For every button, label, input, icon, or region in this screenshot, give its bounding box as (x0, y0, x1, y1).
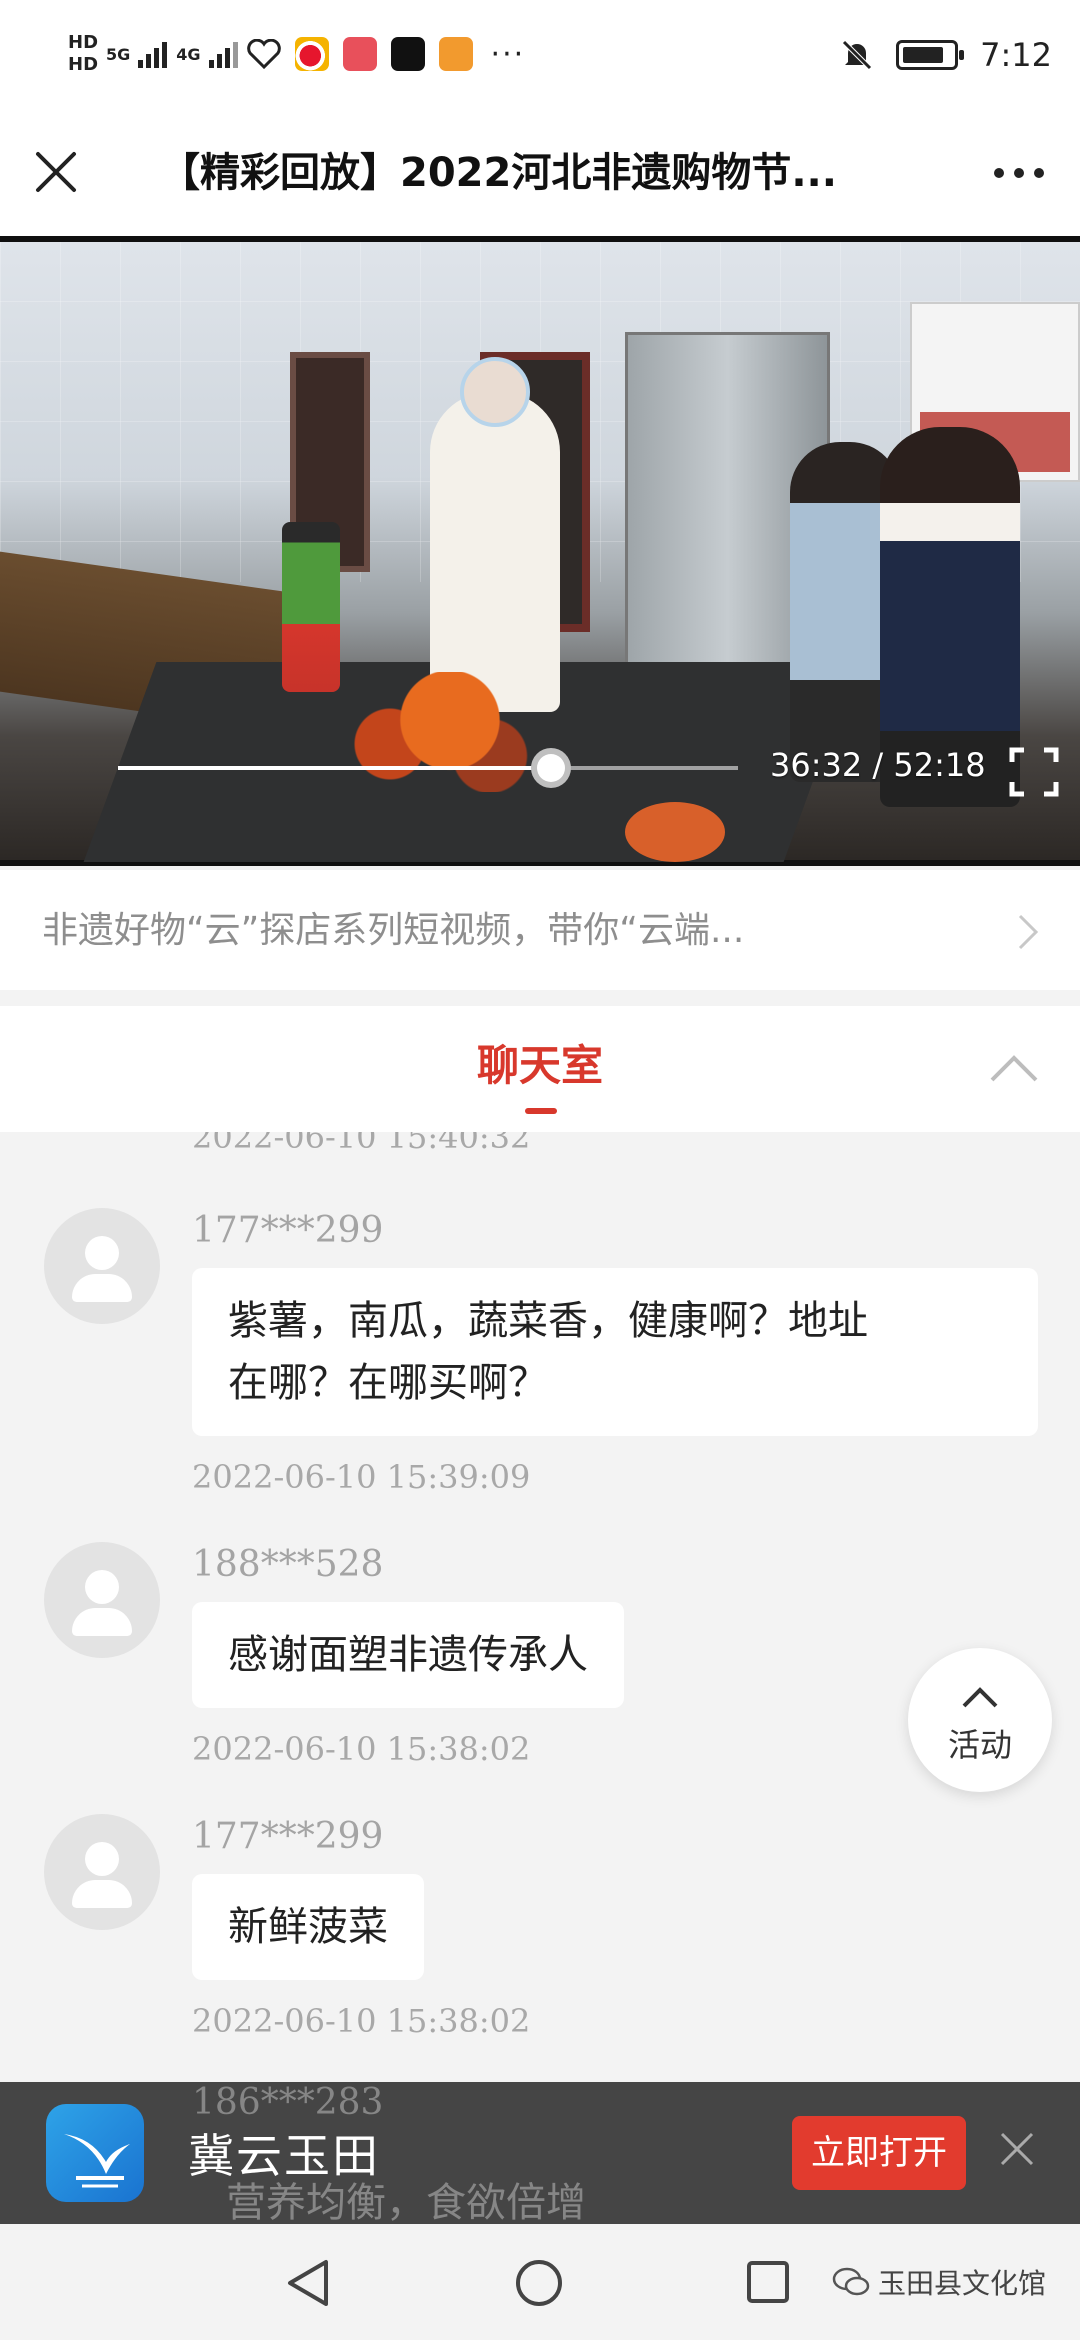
message-text: 感谢面塑非遗传承人 (228, 1632, 588, 1678)
more-menu-button[interactable] (984, 148, 1054, 198)
weibo-icon (294, 37, 329, 71)
message-text: 紫薯，南瓜，蔬菜香，健康啊？地址 (228, 1298, 868, 1344)
message-bubble: 感谢面塑非遗传承人 (192, 1602, 624, 1708)
message-username: 177***299 (192, 1210, 384, 1251)
video-time: 36:32 / 52:18 (770, 746, 986, 784)
signal-icon (208, 42, 238, 68)
chat-list[interactable]: 2022-06-10 15:40:32 177***299 紫薯，南瓜，蔬菜香，… (0, 1132, 1080, 2082)
avatar (44, 1814, 160, 1930)
clock: 7:12 (980, 36, 1052, 74)
video-progress-thumb[interactable] (531, 748, 572, 788)
video-description: 非遗好物“云”探店系列短视频，带你“云端... (42, 910, 745, 951)
chevron-up-icon (962, 1687, 998, 1708)
hd1-label: HD (68, 32, 99, 53)
message-bubble: 紫薯，南瓜，蔬菜香，健康啊？地址 在哪？在哪买啊？ (192, 1268, 1038, 1436)
signal-icon (138, 42, 168, 68)
dot-icon (1034, 168, 1044, 178)
status-left: HD HD 5G 4G ··· (68, 32, 525, 76)
message-username: 186***283 (192, 2082, 384, 2123)
message-text: 新鲜菠菜 (228, 1904, 388, 1950)
screen: HD HD 5G 4G ··· 7:12 【精彩回放】2022河北非遗购物节..… (0, 0, 1080, 2340)
avatar (44, 1542, 160, 1658)
network-4g-label: 4G (176, 44, 201, 64)
chat-room-tab[interactable]: 聊天室 (0, 1036, 1080, 1096)
message-text: 在哪？在哪买啊？ (228, 1360, 548, 1406)
fullscreen-icon[interactable] (1008, 746, 1060, 798)
chat-header: 聊天室 (0, 1006, 1080, 1132)
message-username: 177***299 (192, 1816, 384, 1857)
message-timestamp: 2022-06-10 15:38:02 (192, 1730, 531, 1768)
hd-indicators: HD HD (68, 32, 98, 76)
watermark: 玉田县文化馆 (832, 2262, 1046, 2302)
hd2-label: HD (68, 54, 99, 75)
video-progress-fill (118, 766, 552, 770)
page-title: 【精彩回放】2022河北非遗购物节... (160, 150, 837, 196)
open-app-button[interactable]: 立即打开 (792, 2116, 966, 2190)
tab-underline (525, 1108, 557, 1114)
app-download-banner: 186***283 营养均衡，食欲倍增 冀云玉田 立即打开 (0, 2082, 1080, 2226)
message-timestamp: 2022-06-10 15:39:09 (192, 1458, 531, 1496)
back-icon[interactable] (286, 2258, 332, 2308)
close-icon[interactable] (996, 2128, 1038, 2170)
health-icon (246, 39, 281, 69)
activity-button[interactable]: 活动 (908, 1648, 1052, 1792)
network-5g-label: 5G (106, 44, 131, 64)
bell-muted-icon (842, 40, 872, 70)
message-timestamp: 2022-06-10 15:38:02 (192, 2002, 531, 2040)
avatar (44, 1208, 160, 1324)
battery-icon (896, 40, 965, 70)
message-username: 188***528 (192, 1544, 384, 1585)
message-bubble: 新鲜菠菜 (192, 1874, 424, 1980)
bird-logo-icon (64, 2134, 130, 2188)
dot-icon (1014, 168, 1024, 178)
status-right: 7:12 (840, 36, 1052, 74)
app-name: 冀云玉田 (188, 2129, 380, 2183)
chevron-up-icon[interactable] (986, 1048, 1042, 1088)
tiktok-icon (390, 37, 425, 71)
dot-icon (994, 168, 1004, 178)
recent-apps-icon[interactable] (746, 2260, 790, 2304)
title-bar: 【精彩回放】2022河北非遗购物节... (0, 118, 1080, 236)
message-timestamp: 2022-06-10 15:40:32 (192, 1132, 531, 1156)
battery-level (903, 47, 943, 63)
system-nav-bar: 玉田县文化馆 (0, 2224, 1080, 2340)
chevron-right-icon (1018, 914, 1039, 950)
close-icon[interactable] (30, 146, 82, 198)
video-player[interactable]: 36:32 / 52:18 (0, 236, 1080, 866)
app-logo-icon (46, 2104, 144, 2202)
video-progress-bar[interactable] (118, 748, 738, 788)
watermark-text: 玉田县文化馆 (878, 2267, 1047, 2300)
activity-label: 活动 (947, 1726, 1012, 1764)
status-bar: HD HD 5G 4G ··· 7:12 (0, 0, 1080, 118)
home-icon[interactable] (514, 2258, 564, 2308)
more-notifications: ··· (490, 36, 526, 72)
wechat-icon (832, 2267, 870, 2296)
player-icon (438, 37, 473, 71)
reader-icon (342, 37, 377, 71)
video-description-row[interactable]: 非遗好物“云”探店系列短视频，带你“云端... (0, 870, 1080, 990)
